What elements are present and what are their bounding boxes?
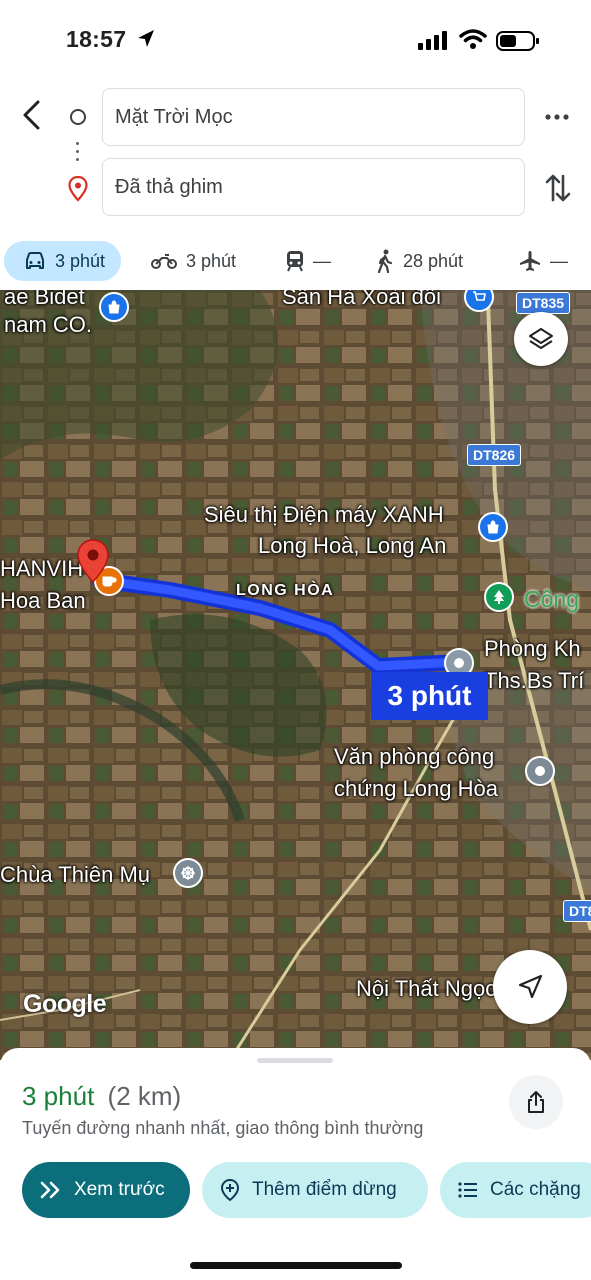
cellular-signal-icon — [418, 31, 447, 50]
share-icon — [528, 1091, 544, 1113]
mode-transit-tab[interactable]: — — [286, 241, 331, 281]
status-time: 18:57 — [66, 26, 127, 52]
map-label-dmx: Siêu thị Điện máy XANH — [204, 502, 444, 527]
road-shield-dt8: DT8 — [563, 900, 591, 922]
sheet-drag-handle[interactable] — [257, 1058, 333, 1063]
wifi-icon — [459, 29, 487, 49]
map-label-dmx-2: Long Hoà, Long An — [258, 533, 447, 558]
home-indicator — [190, 1262, 402, 1269]
more-options-icon[interactable] — [544, 104, 570, 130]
mode-walking-tab[interactable]: 28 phút — [376, 241, 463, 281]
map-label-long-hoa: LONG HÒA — [236, 582, 335, 599]
destination-input[interactable]: Đã thả ghim — [102, 158, 525, 216]
back-arrow-icon[interactable] — [18, 98, 46, 132]
origin-input[interactable]: Mặt Trời Mọc — [102, 88, 525, 146]
mode-flight-tab[interactable]: — — [519, 241, 568, 281]
location-arrow-icon — [138, 30, 154, 47]
navigation-arrow-icon — [518, 974, 543, 999]
steps-button[interactable]: Các chặng — [440, 1162, 591, 1218]
shopping-bag-poi-icon[interactable] — [99, 292, 129, 322]
preview-label: Xem trước — [74, 1179, 165, 1200]
steps-label: Các chặng — [490, 1179, 581, 1200]
battery-icon — [496, 31, 539, 51]
route-summary: 3 phút (2 km) — [22, 1081, 181, 1112]
route-distance: (2 km) — [107, 1081, 182, 1111]
preview-button[interactable]: Xem trước — [22, 1162, 190, 1218]
dropped-pin-icon[interactable] — [76, 538, 110, 586]
map-label-phong-kham: Phòng Kh — [484, 636, 581, 661]
layers-button[interactable] — [514, 312, 568, 366]
map-label-van-phong-2: chứng Long Hòa — [334, 776, 498, 801]
map-label-noi-that: Nội Thất Ngọc 2 — [356, 976, 515, 1001]
road-shield-dt835: DT835 — [516, 292, 571, 314]
map-label-san-ha: Sân Hà Xoài đôi — [282, 290, 441, 309]
shopping-bag-poi-icon[interactable] — [478, 512, 508, 542]
layers-icon — [529, 328, 553, 349]
double-chevron-icon — [40, 1181, 60, 1199]
add-stop-label: Thêm điểm dừng — [252, 1179, 397, 1200]
add-location-icon — [220, 1178, 240, 1202]
map-label-van-phong: Văn phòng công — [334, 744, 495, 769]
map-label-cong: Công — [524, 586, 579, 612]
destination-pin-icon — [68, 176, 88, 202]
map-label-phong-kham-2: Ths.Bs Trí — [484, 668, 585, 693]
transit-icon — [287, 251, 303, 272]
map-label-hanvi: HANVIH — [0, 556, 84, 581]
mode-flight-label: — — [550, 250, 568, 271]
map-label-chua: Chùa Thiên Mụ — [0, 862, 151, 887]
car-icon — [26, 252, 44, 269]
office-poi-icon[interactable] — [525, 756, 555, 786]
travel-mode-bar: 3 phút 3 phút — 28 phút — — [0, 238, 591, 284]
mode-walking-label: 28 phút — [403, 250, 464, 271]
mode-driving-label: 3 phút — [55, 250, 106, 271]
mode-motorcycle-label: 3 phút — [186, 250, 237, 271]
mode-motorcycle-tab[interactable]: 3 phút — [151, 241, 236, 281]
mode-driving-tab[interactable]: 3 phút — [4, 241, 122, 281]
map-label-bidet-2: nam CO. — [4, 312, 93, 337]
google-logo: Google — [23, 990, 107, 1018]
status-bar: 18:57 — [0, 0, 591, 80]
share-button[interactable] — [509, 1075, 563, 1129]
mode-transit-label: — — [313, 250, 331, 271]
flight-icon — [520, 251, 540, 271]
swap-directions-icon[interactable] — [545, 172, 571, 204]
temple-poi-icon[interactable] — [173, 858, 203, 888]
origin-circle-icon — [70, 109, 86, 125]
route-duration: 3 phút — [22, 1081, 95, 1111]
walk-icon — [377, 249, 393, 273]
map-label-hanvi-2: Hoa Ban — [0, 588, 86, 613]
route-dots-icon — [76, 142, 80, 166]
road-shield-dt826: DT826 — [467, 444, 522, 466]
map-view[interactable]: ae Bidet nam CO. Sân Hà Xoài đôi DT835 D… — [0, 290, 591, 1060]
route-sheet: 3 phút (2 km) Tuyến đường nhanh nhất, gi… — [0, 1048, 591, 1280]
route-eta-label[interactable]: 3 phút — [371, 672, 488, 720]
motorcycle-icon — [151, 254, 177, 269]
add-stop-button[interactable]: Thêm điểm dừng — [202, 1162, 428, 1218]
map-label-bidet: ae Bidet — [4, 290, 85, 309]
route-description: Tuyến đường nhanh nhất, giao thông bình … — [22, 1118, 424, 1138]
list-icon — [458, 1182, 477, 1198]
park-poi-icon[interactable] — [484, 582, 514, 612]
recenter-button[interactable] — [493, 950, 567, 1024]
